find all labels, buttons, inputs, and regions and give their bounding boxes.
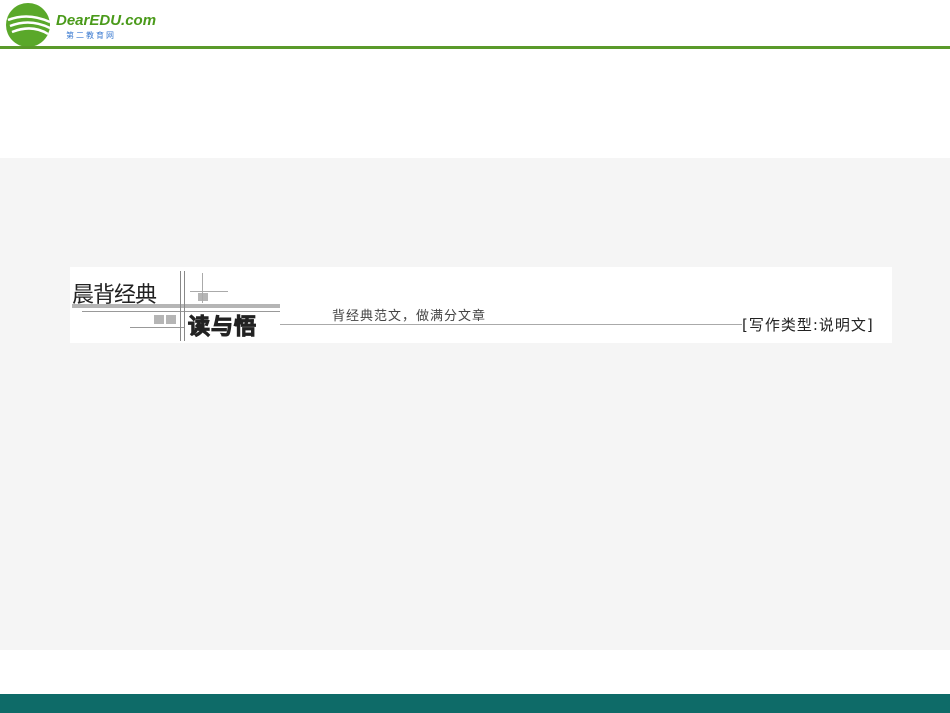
header: DearEDU.com 第二教育网	[0, 0, 950, 47]
decor-square	[198, 293, 208, 301]
logo-subtitle: 第二教育网	[66, 31, 116, 40]
decor-vline	[184, 271, 185, 341]
title-banner: 晨背经典 读与悟 背经典范文，做满分文章 [写作类型:说明文]	[70, 267, 892, 343]
banner-rule	[280, 324, 742, 325]
decor-square	[154, 315, 164, 324]
header-divider	[0, 46, 950, 49]
logo-globe-icon	[6, 3, 51, 47]
slide-area	[0, 158, 950, 650]
banner-title-bottom: 读与悟	[187, 315, 258, 341]
writing-type-label: [写作类型:说明文]	[742, 316, 874, 334]
decor-square	[166, 315, 176, 324]
banner-title-top: 晨背经典	[72, 283, 157, 308]
decor-line	[130, 327, 185, 328]
footer-bar	[0, 694, 950, 713]
logo-brand: DearEDU.com	[56, 12, 157, 29]
decor-line	[190, 291, 228, 292]
decor-vline	[180, 271, 181, 341]
banner-subtitle: 背经典范文，做满分文章	[332, 309, 487, 324]
decor-vline	[202, 273, 203, 303]
dearedu-logo: DearEDU.com 第二教育网	[4, 2, 157, 48]
